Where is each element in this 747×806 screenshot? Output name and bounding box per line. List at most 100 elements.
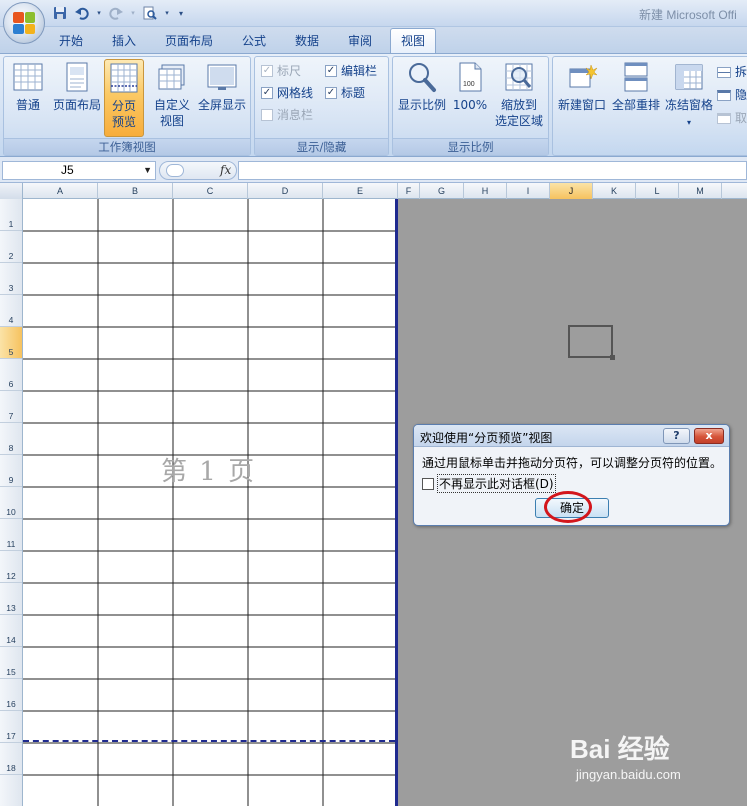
column-header-j[interactable]: J bbox=[550, 183, 593, 199]
zoom-100-button[interactable]: 100 100% bbox=[451, 59, 489, 137]
freeze-panes-button[interactable]: 冻结窗格 ▾ bbox=[663, 59, 715, 137]
row-header-12[interactable]: 12 bbox=[0, 551, 22, 583]
normal-view-button[interactable]: 普通 bbox=[6, 59, 50, 137]
group-window: 新建窗口 全部重排 冻结窗格 ▾ 拆 隐 取 bbox=[552, 56, 747, 156]
ruler-checkbox[interactable]: ✓ 标尺 bbox=[261, 62, 301, 80]
tab-review[interactable]: 审阅 bbox=[344, 30, 376, 53]
row-header-14[interactable]: 14 bbox=[0, 615, 22, 647]
new-window-label: 新建窗口 bbox=[557, 98, 606, 112]
gridlines-checkbox[interactable]: ✓ 网格线 bbox=[261, 84, 313, 102]
quick-access-toolbar: ▾ ▾ ▾ ▾ bbox=[52, 4, 186, 22]
arrange-all-button[interactable]: 全部重排 bbox=[610, 59, 662, 137]
print-preview-dropdown-icon[interactable]: ▾ bbox=[164, 5, 170, 21]
new-window-button[interactable]: 新建窗口 bbox=[555, 59, 609, 137]
baidu-url-text: jingyan.baidu.com bbox=[576, 767, 681, 782]
unhide-window-label: 取 bbox=[735, 111, 747, 125]
custom-views-button[interactable]: 自定义 视图 bbox=[150, 59, 194, 137]
headings-check-icon: ✓ bbox=[325, 87, 337, 99]
column-header-l[interactable]: L bbox=[636, 183, 679, 199]
redo-dropdown-icon[interactable]: ▾ bbox=[130, 5, 136, 21]
print-page-area[interactable]: 第 1 页 bbox=[23, 199, 398, 806]
row-header-13[interactable]: 13 bbox=[0, 583, 22, 615]
hide-window-button[interactable]: 隐 bbox=[717, 86, 747, 104]
column-header-c[interactable]: C bbox=[173, 183, 248, 199]
tab-data[interactable]: 数据 bbox=[291, 30, 323, 53]
row-header-6[interactable]: 6 bbox=[0, 359, 22, 391]
column-header-b[interactable]: B bbox=[98, 183, 173, 199]
dont-show-again-box[interactable] bbox=[422, 477, 434, 490]
help-button[interactable]: ? bbox=[663, 428, 690, 444]
zoom-100-label: 100% bbox=[452, 98, 488, 112]
close-button[interactable]: x bbox=[694, 428, 724, 444]
column-header-h[interactable]: H bbox=[464, 183, 507, 199]
row-header-1[interactable]: 1 bbox=[0, 199, 22, 231]
split-button[interactable]: 拆 bbox=[717, 63, 747, 81]
row-header-10[interactable]: 10 bbox=[0, 487, 22, 519]
column-header-m[interactable]: M bbox=[679, 183, 722, 199]
baidu-jingyan-watermark: Bai 经验 jingyan.baidu.com bbox=[570, 723, 745, 793]
row-header-3[interactable]: 3 bbox=[0, 263, 22, 295]
undo-dropdown-icon[interactable]: ▾ bbox=[96, 5, 102, 21]
name-box[interactable]: J5 ▼ bbox=[2, 161, 156, 180]
dont-show-again-checkbox[interactable]: 不再显示此对话框(D) bbox=[422, 474, 556, 493]
page-layout-view-button[interactable]: 页面布局 bbox=[51, 59, 103, 137]
formula-splitter-handle[interactable] bbox=[166, 164, 184, 177]
unhide-window-icon bbox=[717, 112, 731, 124]
save-icon[interactable] bbox=[52, 5, 68, 21]
page-break-preview-button[interactable]: 分页 预览 bbox=[104, 59, 144, 137]
dialog-title-bar[interactable]: 欢迎使用“分页预览”视图 ? x bbox=[414, 425, 729, 447]
row-header-11[interactable]: 11 bbox=[0, 519, 22, 551]
page-break-line[interactable] bbox=[23, 740, 395, 742]
zoom-selection-button[interactable]: 缩放到 选定区域 bbox=[491, 59, 547, 137]
column-header-d[interactable]: D bbox=[248, 183, 323, 199]
row-number: 16 bbox=[6, 699, 16, 709]
zoom-button[interactable]: 显示比例 bbox=[395, 59, 449, 137]
page-layout-view-label: 页面布局 bbox=[52, 98, 101, 112]
row-header-15[interactable]: 15 bbox=[0, 647, 22, 679]
column-header-i[interactable]: I bbox=[507, 183, 550, 199]
office-button[interactable] bbox=[3, 2, 45, 44]
insert-function-icon[interactable]: fx bbox=[220, 163, 231, 177]
headings-checkbox[interactable]: ✓ 标题 bbox=[325, 84, 365, 102]
row-number: 3 bbox=[8, 283, 14, 293]
row-header-2[interactable]: 2 bbox=[0, 231, 22, 263]
freeze-panes-dropdown-icon: ▾ bbox=[686, 118, 691, 127]
unhide-window-button[interactable]: 取 bbox=[717, 109, 747, 127]
row-header-8[interactable]: 8 bbox=[0, 423, 22, 455]
column-header-k[interactable]: K bbox=[593, 183, 636, 199]
dont-show-again-label[interactable]: 不再显示此对话框(D) bbox=[437, 474, 556, 493]
row-header-16[interactable]: 16 bbox=[0, 679, 22, 711]
row-number: 4 bbox=[8, 315, 14, 325]
row-header-9[interactable]: 9 bbox=[0, 455, 22, 487]
tab-view[interactable]: 视图 bbox=[390, 28, 436, 53]
fx-area: fx bbox=[159, 161, 237, 180]
row-header-17[interactable]: 17 bbox=[0, 711, 22, 743]
tab-insert[interactable]: 插入 bbox=[108, 30, 140, 53]
formula-bar-checkbox[interactable]: ✓ 编辑栏 bbox=[325, 62, 377, 80]
page-break-preview-label-2: 预览 bbox=[111, 115, 136, 129]
redo-icon[interactable] bbox=[108, 5, 124, 21]
row-header-5[interactable]: 5 bbox=[0, 327, 22, 359]
column-header-g[interactable]: G bbox=[420, 183, 464, 199]
row-header-4[interactable]: 4 bbox=[0, 295, 22, 327]
row-header-18[interactable]: 18 bbox=[0, 743, 22, 775]
group-label-workbook-views: 工作簿视图 bbox=[4, 138, 250, 155]
active-cell-j5[interactable] bbox=[568, 325, 615, 360]
full-screen-button[interactable]: 全屏显示 bbox=[195, 59, 249, 137]
formula-input[interactable] bbox=[238, 161, 747, 180]
full-screen-label: 全屏显示 bbox=[197, 98, 246, 112]
customize-qat-icon[interactable]: ▾ bbox=[176, 5, 186, 21]
tab-formulas[interactable]: 公式 bbox=[238, 30, 270, 53]
undo-icon[interactable] bbox=[74, 5, 90, 21]
row-number: 13 bbox=[6, 603, 16, 613]
column-header-f[interactable]: F bbox=[398, 183, 420, 199]
tab-home[interactable]: 开始 bbox=[55, 30, 87, 53]
message-bar-checkbox[interactable]: 消息栏 bbox=[261, 106, 313, 124]
column-header-e[interactable]: E bbox=[323, 183, 398, 199]
tab-page-layout[interactable]: 页面布局 bbox=[161, 30, 217, 53]
name-box-dropdown-icon[interactable]: ▼ bbox=[143, 162, 152, 179]
print-preview-icon[interactable] bbox=[142, 5, 158, 21]
column-header-a[interactable]: A bbox=[23, 183, 98, 199]
row-header-7[interactable]: 7 bbox=[0, 391, 22, 423]
select-all-corner[interactable] bbox=[0, 183, 23, 199]
